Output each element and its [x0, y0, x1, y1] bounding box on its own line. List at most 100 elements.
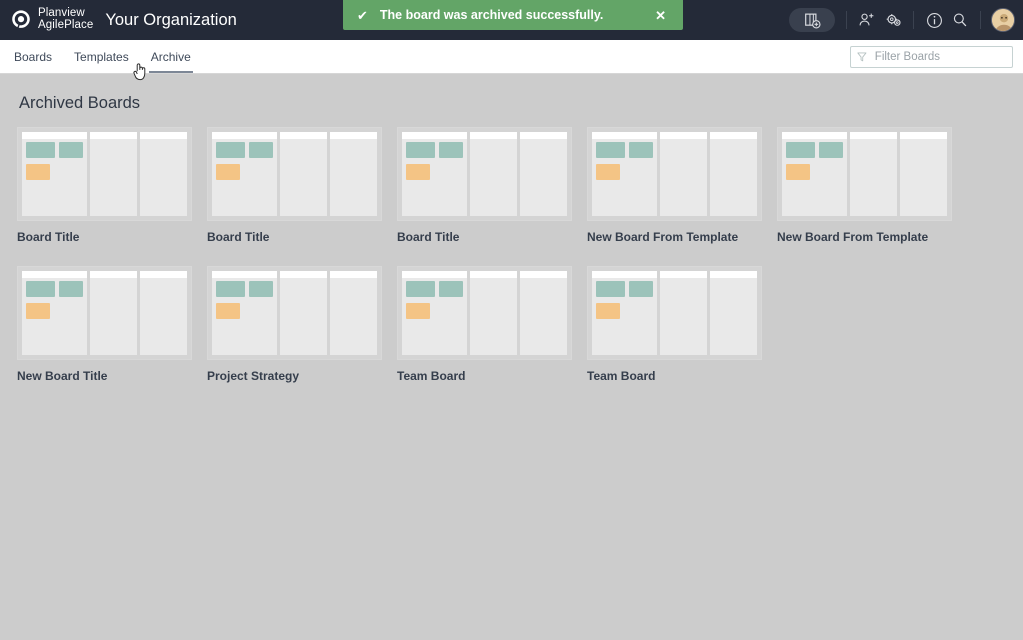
settings-button[interactable] [880, 7, 906, 33]
search-button[interactable] [947, 7, 973, 33]
new-board-icon [804, 13, 821, 29]
tab-boards[interactable]: Boards [14, 40, 63, 73]
thumb-card [406, 142, 435, 158]
thumb-card [59, 142, 83, 158]
info-circle-icon [926, 12, 942, 28]
thumb-card-row-1 [406, 142, 463, 158]
thumb-card [216, 281, 245, 297]
board-card[interactable]: Project Strategy [207, 266, 397, 383]
add-user-button[interactable] [854, 7, 880, 33]
thumb-card-row-1 [596, 142, 653, 158]
tab-templates[interactable]: Templates [63, 40, 140, 73]
brand-line-2: AgilePlace [38, 19, 94, 31]
thumb-card [249, 142, 273, 158]
thumb-card-row-1 [406, 281, 463, 297]
board-thumbnail[interactable] [587, 127, 762, 221]
board-card[interactable]: Board Title [207, 127, 397, 244]
thumb-card-row-1 [26, 142, 83, 158]
thumb-card [59, 281, 83, 297]
thumb-column-3 [520, 132, 567, 216]
search-icon [953, 13, 967, 27]
new-board-button[interactable] [789, 8, 835, 32]
board-card[interactable]: New Board From Template [587, 127, 777, 244]
thumb-card [786, 164, 810, 180]
app-header: Planview AgilePlace Your Organization ✔ … [0, 0, 1023, 40]
thumb-card [26, 142, 55, 158]
board-thumbnail[interactable] [17, 266, 192, 360]
thumb-card [249, 281, 273, 297]
board-thumbnail[interactable] [207, 127, 382, 221]
organization-title: Your Organization [105, 10, 237, 29]
filter-boards-box[interactable] [850, 45, 1013, 68]
thumb-column-1 [592, 271, 657, 355]
thumb-card [406, 164, 430, 180]
thumb-column-2 [90, 271, 137, 355]
thumb-column-3 [330, 132, 377, 216]
thumb-column-3 [710, 132, 757, 216]
thumb-card [819, 142, 843, 158]
board-title: Project Strategy [207, 369, 300, 383]
filter-boards-input[interactable] [872, 49, 1006, 64]
brand-logo-text: Planview AgilePlace [38, 8, 93, 31]
board-title: Board Title [207, 230, 270, 244]
board-thumbnail[interactable] [207, 266, 382, 360]
thumb-card [406, 303, 430, 319]
tab-boards-label: Boards [14, 49, 53, 64]
thumb-card-row-1 [216, 281, 273, 297]
thumb-column-1 [22, 271, 87, 355]
thumb-column-2 [850, 132, 897, 216]
thumb-card [596, 142, 625, 158]
header-actions [789, 0, 1015, 40]
thumb-card-row-2 [406, 164, 463, 180]
board-title: Board Title [397, 230, 460, 244]
board-card[interactable]: Team Board [397, 266, 587, 383]
toast-close-icon[interactable]: ✕ [652, 7, 669, 24]
info-button[interactable] [921, 7, 947, 33]
thumb-card [26, 281, 55, 297]
board-thumbnail[interactable] [397, 127, 572, 221]
thumb-card [596, 303, 620, 319]
brand-logo[interactable]: Planview AgilePlace [10, 8, 93, 31]
thumb-card-row-1 [26, 281, 83, 297]
thumb-column-2 [280, 132, 327, 216]
header-divider-3 [980, 11, 981, 29]
user-avatar[interactable] [991, 8, 1015, 32]
board-card[interactable]: Board Title [17, 127, 207, 244]
board-title: Team Board [397, 369, 466, 383]
tab-archive[interactable]: Archive [140, 40, 202, 73]
board-thumbnail[interactable] [777, 127, 952, 221]
thumb-card-row-2 [786, 164, 843, 180]
thumb-column-2 [470, 271, 517, 355]
avatar-image [992, 9, 1014, 31]
board-card[interactable]: Team Board [587, 266, 777, 383]
archived-boards-grid: Board Title Board Title Board Title New … [0, 127, 1023, 405]
thumb-column-2 [470, 132, 517, 216]
board-thumbnail[interactable] [587, 266, 762, 360]
board-card[interactable]: Board Title [397, 127, 587, 244]
thumb-card [216, 303, 240, 319]
thumb-column-3 [900, 132, 947, 216]
board-thumbnail[interactable] [397, 266, 572, 360]
header-divider-2 [913, 11, 914, 29]
thumb-column-2 [90, 132, 137, 216]
thumb-card-row-1 [596, 281, 653, 297]
person-add-icon [859, 13, 874, 26]
tab-templates-label: Templates [74, 49, 129, 64]
thumb-column-3 [710, 271, 757, 355]
thumb-card-row-2 [26, 303, 83, 319]
thumb-column-1 [402, 132, 467, 216]
toast-message: The board was archived successfully. [379, 8, 604, 22]
board-thumbnail[interactable] [17, 127, 192, 221]
thumb-column-1 [22, 132, 87, 216]
board-card[interactable]: New Board From Template [777, 127, 967, 244]
thumb-card [439, 281, 463, 297]
thumb-card [406, 281, 435, 297]
header-divider-1 [846, 11, 847, 29]
board-card[interactable]: New Board Title [17, 266, 207, 383]
thumb-card-row-2 [596, 164, 653, 180]
thumb-column-1 [782, 132, 847, 216]
thumb-card [216, 164, 240, 180]
thumb-column-1 [212, 271, 277, 355]
thumb-column-1 [592, 132, 657, 216]
thumb-card-row-2 [216, 164, 273, 180]
